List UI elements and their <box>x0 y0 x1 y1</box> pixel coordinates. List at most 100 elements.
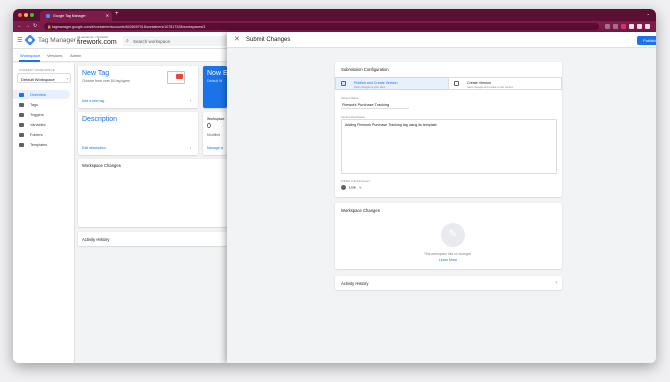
sidebar-item-label: Tags <box>30 102 39 107</box>
workspace-changes-count: 0 <box>207 123 211 130</box>
workspace-changes-card: Workspace Changes <box>78 159 227 227</box>
current-workspace-label: CURRENT WORKSPACE <box>19 68 55 72</box>
workspace-changes-panel-card: Workspace Changes ✎ This workspace has n… <box>335 203 562 269</box>
sidebar-item-label: Templates <box>30 142 48 147</box>
sidebar-item-label: Variables <box>30 122 46 127</box>
lock-icon: 🔒 <box>47 24 52 29</box>
menu-icon[interactable]: ☰ <box>17 37 22 44</box>
edit-description-link[interactable]: Edit description <box>82 146 106 150</box>
active-tab-indicator <box>19 60 40 62</box>
learn-more-link[interactable]: Learn More <box>335 258 561 262</box>
search-placeholder: Search workspace <box>133 38 171 44</box>
option-title: Create Version <box>467 81 491 85</box>
new-tab-icon[interactable]: + <box>115 11 119 17</box>
tab-list-chevron-icon[interactable]: ⌄ <box>647 11 650 16</box>
close-icon[interactable]: ✕ <box>234 35 240 43</box>
new-tag-title: New Tag <box>82 70 110 77</box>
now-editing-card: Now E Default W <box>203 66 228 108</box>
publish-to-environment-label: Publish to Environment <box>341 179 370 183</box>
variable-icon <box>19 122 24 127</box>
workspace-changes-summary-card: Workspace 0 Modified Manage w <box>203 112 227 155</box>
description-title: Description <box>82 116 118 123</box>
address-bar-url: tagmanager.google.com/#/container/accoun… <box>52 24 206 29</box>
sidebar-item-templates[interactable]: Templates <box>13 140 70 149</box>
search-icon: ⌕ <box>126 37 129 44</box>
workspace-name: Default Workspace <box>21 76 55 82</box>
extension-icon[interactable] <box>637 24 642 29</box>
environment-name: Live <box>349 185 356 190</box>
minimize-window-dot[interactable] <box>24 13 28 17</box>
new-tag-card[interactable]: New Tag Choose from over 50 tag types Ad… <box>78 66 198 108</box>
create-version-option[interactable]: Create Version Save changes and create a… <box>448 77 562 90</box>
browser-toolbar: ← → ↻ 🔒 tagmanager.google.com/#/containe… <box>13 21 656 32</box>
sidebar-item-label: Triggers <box>30 112 44 117</box>
sidebar-item-label: Overview <box>30 92 46 97</box>
sidebar-item-triggers[interactable]: Triggers <box>13 110 70 119</box>
environment-icon <box>341 185 346 190</box>
option-subtitle: Save changes and create a new version <box>467 85 514 89</box>
activity-history-panel-card[interactable]: Activity History › <box>335 276 562 290</box>
extension-icon[interactable] <box>613 24 618 29</box>
search-workspace-input[interactable]: ⌕ Search workspace <box>123 36 233 46</box>
workspace-changes-label: Workspace <box>207 117 225 121</box>
forward-icon[interactable]: → <box>25 23 30 29</box>
tab-admin[interactable]: Admin <box>70 53 81 58</box>
address-bar[interactable]: 🔒 tagmanager.google.com/#/container/acco… <box>44 23 599 30</box>
sidebar-item-variables[interactable]: Variables <box>13 120 70 129</box>
publish-and-create-version-option[interactable]: Publish and Create Version Push changes … <box>335 77 449 90</box>
publish-button[interactable]: Publish <box>637 36 656 45</box>
browser-tab[interactable]: Google Tag Manager ✕ <box>40 11 112 21</box>
extension-icon[interactable] <box>645 24 650 29</box>
description-card[interactable]: Description Edit description › <box>78 112 198 155</box>
browser-tab-bar: Google Tag Manager ✕ + ⌄ <box>13 9 656 21</box>
close-window-dot[interactable] <box>18 13 22 17</box>
workspace-changes-heading: Workspace Changes <box>82 163 121 168</box>
edit-pencil-icon[interactable]: ✎ <box>359 186 362 190</box>
close-tab-icon[interactable]: ✕ <box>106 13 109 18</box>
environment-selector[interactable]: Live ✎ <box>341 185 362 190</box>
sidebar-item-overview[interactable]: Overview <box>13 90 70 99</box>
version-name-label: Version Name <box>341 96 359 100</box>
publish-icon <box>341 81 346 86</box>
maximize-window-dot[interactable] <box>30 13 34 17</box>
tag-icon <box>19 102 24 107</box>
browser-tab-title: Google Tag Manager <box>53 14 86 18</box>
tag-manager-logo-icon <box>24 34 36 46</box>
extension-icon[interactable] <box>605 24 610 29</box>
back-icon[interactable]: ← <box>17 23 22 29</box>
browser-window: Google Tag Manager ✕ + ⌄ ← → ↻ 🔒 tagmana… <box>13 9 656 363</box>
chevron-right-icon: › <box>190 98 192 103</box>
version-name-input[interactable]: Firework Purchase Tracking <box>341 101 409 109</box>
workspace-selector[interactable]: Default Workspace › <box>17 73 71 83</box>
gtm-favicon-icon <box>46 14 50 18</box>
submit-changes-header: ✕ Submit Changes Publish <box>227 32 656 48</box>
tab-versions[interactable]: Versions <box>47 53 62 58</box>
version-icon <box>454 81 459 86</box>
sidebar-item-label: Folders <box>30 132 43 137</box>
modified-label: Modified <box>207 133 221 137</box>
new-tag-subtitle: Choose from over 50 tag types <box>82 79 130 83</box>
manage-workspaces-link[interactable]: Manage w <box>207 146 223 150</box>
add-new-tag-link[interactable]: Add a new tag <box>82 99 104 103</box>
tab-workspace[interactable]: Workspace <box>20 53 40 58</box>
chevron-right-icon: › <box>190 145 192 150</box>
app-name: Tag Manager <box>38 37 76 44</box>
overview-icon <box>19 92 24 97</box>
submission-configuration-card: Submission Configuration Publish and Cre… <box>335 62 562 197</box>
activity-history-heading: Activity History <box>82 236 110 242</box>
sidebar-item-tags[interactable]: Tags <box>13 100 70 109</box>
activity-history-card[interactable]: Activity History <box>78 232 227 246</box>
sidebar: CURRENT WORKSPACE Default Workspace › Ov… <box>13 63 75 363</box>
sidebar-item-folders[interactable]: Folders <box>13 130 70 139</box>
reload-icon[interactable]: ↻ <box>33 23 37 29</box>
no-changes-text: This workspace has no changes. <box>423 252 472 256</box>
container-selector[interactable]: firework.com <box>77 39 117 46</box>
extension-icon[interactable] <box>629 24 634 29</box>
version-description-textarea[interactable]: Adding Firework Purchase Tracking tag us… <box>341 119 557 174</box>
panel-title: Submit Changes <box>246 37 291 43</box>
workspace-changes-title: Workspace Changes <box>341 208 380 213</box>
chevron-right-icon: › <box>555 279 557 286</box>
extension-icon[interactable] <box>621 24 626 29</box>
template-icon <box>19 142 24 147</box>
folder-icon <box>19 132 24 137</box>
